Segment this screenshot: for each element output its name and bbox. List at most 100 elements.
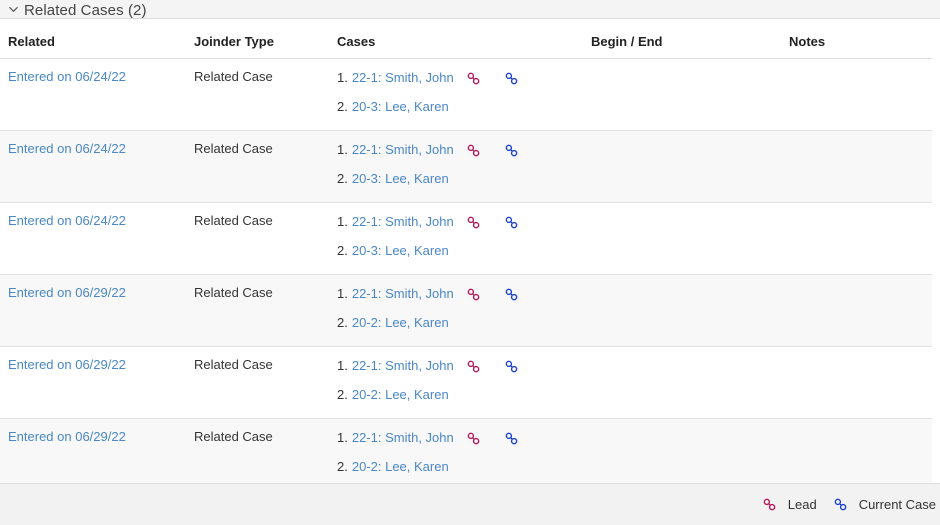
table-row: Entered on 06/29/22 Related Case 1. 22-1: S… [0, 274, 932, 347]
cell-cases: 1. 22-1: Smith, John 2. 20-2: Lee, Karen [337, 347, 591, 419]
case-line: 1. 22-1: Smith, John [337, 285, 591, 303]
current-case-link-icon[interactable] [504, 358, 520, 374]
cell-begin-end [591, 131, 789, 203]
column-header-joinder: Joinder Type [194, 34, 337, 59]
table-row: Entered on 06/24/22 Related Case 1. 22-1: S… [0, 59, 932, 131]
case-index: 1. [337, 214, 348, 229]
cell-cases: 1. 22-1: Smith, John 2. 20-3: Lee, Karen [337, 59, 591, 131]
cell-related: Entered on 06/24/22 [0, 59, 194, 131]
cell-joinder-type: Related Case [194, 131, 337, 203]
case-line: 1. 22-1: Smith, John [337, 141, 591, 159]
case-link[interactable]: 20-3: Lee, Karen [352, 98, 449, 116]
related-cases-panel: Related Cases (2) Related Joinder Type C… [0, 0, 940, 525]
case-link[interactable]: 22-1: Smith, John [352, 357, 454, 375]
case-link[interactable]: 22-1: Smith, John [352, 213, 454, 231]
cell-cases: 1. 22-1: Smith, John 2. 20-2: Lee, Karen [337, 419, 591, 491]
related-cases-table: Related Joinder Type Cases Begin / End N… [0, 34, 932, 491]
legend-item-lead: Lead [762, 497, 817, 513]
cell-notes [789, 419, 932, 491]
cell-related: Entered on 06/24/22 [0, 131, 194, 203]
lead-link-icon[interactable] [466, 142, 482, 158]
case-icon-group [466, 286, 520, 302]
case-icon-group [466, 430, 520, 446]
case-line: 2. 20-3: Lee, Karen [337, 242, 591, 260]
cell-joinder-type: Related Case [194, 419, 337, 491]
case-index: 1. [337, 70, 348, 85]
cell-notes [789, 59, 932, 131]
related-entry-link[interactable]: Entered on 06/29/22 [8, 357, 126, 372]
case-index: 1. [337, 286, 348, 301]
related-entry-link[interactable]: Entered on 06/24/22 [8, 141, 126, 156]
legend-label-current-case: Current Case [858, 497, 936, 512]
cell-joinder-type: Related Case [194, 203, 337, 275]
case-line: 1. 22-1: Smith, John [337, 357, 591, 375]
related-entry-link[interactable]: Entered on 06/24/22 [8, 213, 126, 228]
joinder-type-text: Related Case [194, 213, 273, 228]
case-link[interactable]: 22-1: Smith, John [352, 69, 454, 87]
lead-link-icon [762, 497, 778, 513]
current-case-link-icon[interactable] [504, 70, 520, 86]
case-link[interactable]: 22-1: Smith, John [352, 285, 454, 303]
case-link[interactable]: 22-1: Smith, John [352, 429, 454, 447]
related-entry-link[interactable]: Entered on 06/29/22 [8, 429, 126, 444]
case-line: 2. 20-3: Lee, Karen [337, 98, 591, 116]
section-header[interactable]: Related Cases (2) [0, 0, 940, 19]
table-body: Entered on 06/24/22 Related Case 1. 22-1: S… [0, 59, 932, 491]
chevron-down-icon[interactable] [6, 2, 20, 16]
case-link[interactable]: 20-2: Lee, Karen [352, 458, 449, 476]
column-header-notes: Notes [789, 34, 932, 59]
cell-begin-end [591, 419, 789, 491]
case-index: 2. [337, 99, 348, 114]
lead-link-icon[interactable] [466, 214, 482, 230]
case-icon-group [466, 70, 520, 86]
current-case-link-icon[interactable] [504, 286, 520, 302]
case-index: 2. [337, 243, 348, 258]
cell-related: Entered on 06/29/22 [0, 275, 194, 347]
current-case-link-icon[interactable] [504, 430, 520, 446]
case-icon-group [466, 214, 520, 230]
case-line: 1. 22-1: Smith, John [337, 213, 591, 231]
case-index: 2. [337, 387, 348, 402]
case-index: 1. [337, 142, 348, 157]
lead-link-icon[interactable] [466, 286, 482, 302]
column-header-begin-end: Begin / End [591, 34, 789, 59]
cell-related: Entered on 06/29/22 [0, 419, 194, 491]
case-link[interactable]: 20-2: Lee, Karen [352, 386, 449, 404]
joinder-type-text: Related Case [194, 429, 273, 444]
cell-begin-end [591, 203, 789, 275]
case-index: 2. [337, 171, 348, 186]
case-link[interactable]: 20-3: Lee, Karen [352, 242, 449, 260]
related-entry-link[interactable]: Entered on 06/29/22 [8, 285, 126, 300]
cell-related: Entered on 06/24/22 [0, 203, 194, 275]
lead-link-icon[interactable] [466, 70, 482, 86]
related-entry-link[interactable]: Entered on 06/24/22 [8, 69, 126, 84]
cell-joinder-type: Related Case [194, 59, 337, 131]
joinder-type-text: Related Case [194, 357, 273, 372]
lead-link-icon[interactable] [466, 358, 482, 374]
case-line: 2. 20-2: Lee, Karen [337, 458, 591, 476]
lead-link-icon[interactable] [466, 430, 482, 446]
joinder-type-text: Related Case [194, 285, 273, 300]
cell-notes [789, 131, 932, 203]
column-header-cases: Cases [337, 34, 591, 59]
case-icon-group [466, 142, 520, 158]
table-row: Entered on 06/24/22 Related Case 1. 22-1: S… [0, 130, 932, 203]
case-link[interactable]: 20-3: Lee, Karen [352, 170, 449, 188]
current-case-link-icon[interactable] [504, 142, 520, 158]
case-link[interactable]: 20-2: Lee, Karen [352, 314, 449, 332]
cell-cases: 1. 22-1: Smith, John 2. 20-3: Lee, Karen [337, 203, 591, 275]
cell-notes [789, 347, 932, 419]
case-line: 2. 20-3: Lee, Karen [337, 170, 591, 188]
case-line: 1. 22-1: Smith, John [337, 69, 591, 87]
joinder-type-text: Related Case [194, 141, 273, 156]
case-icon-group [466, 358, 520, 374]
table-header: Related Joinder Type Cases Begin / End N… [0, 34, 932, 59]
case-link[interactable]: 22-1: Smith, John [352, 141, 454, 159]
cell-begin-end [591, 347, 789, 419]
current-case-link-icon[interactable] [504, 214, 520, 230]
cell-related: Entered on 06/29/22 [0, 347, 194, 419]
table-row: Entered on 06/29/22 Related Case 1. 22-1: S… [0, 347, 932, 419]
page-title: Related Cases (2) [24, 1, 147, 19]
case-line: 2. 20-2: Lee, Karen [337, 314, 591, 332]
current-case-link-icon [833, 497, 849, 513]
